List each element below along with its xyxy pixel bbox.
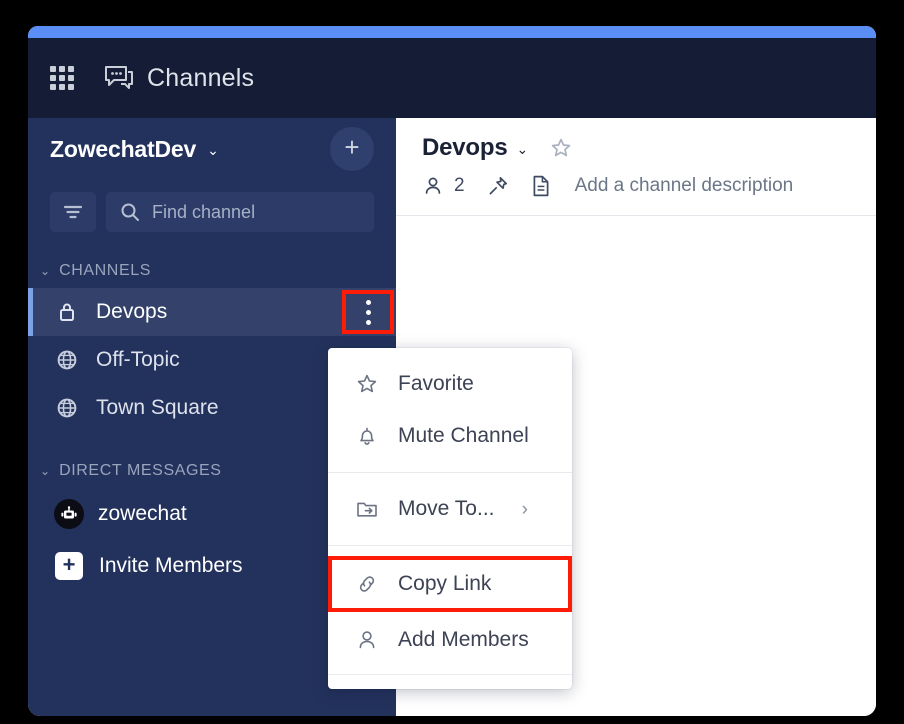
search-placeholder: Find channel: [152, 202, 255, 223]
channels-section-label: CHANNELS: [59, 262, 151, 280]
search-icon: [120, 202, 140, 222]
plus-glyph: +: [63, 554, 76, 576]
menu-item-label: Mute Channel: [398, 424, 529, 448]
channel-context-menu: Favorite Mute Channel Move To.: [328, 348, 572, 689]
channel-header: Devops ⌄ 2: [396, 118, 876, 216]
channel-description-placeholder[interactable]: Add a channel description: [575, 175, 794, 197]
filter-button[interactable]: [50, 192, 96, 232]
team-header[interactable]: ZowechatDev ⌄ +: [28, 118, 396, 180]
channel-name[interactable]: Devops: [422, 134, 508, 162]
person-icon: [354, 628, 380, 652]
channel-title-row: Devops ⌄: [422, 134, 876, 162]
folder-move-icon: [354, 498, 380, 520]
menu-item-label: Favorite: [398, 372, 474, 396]
sidebar-search-row: Find channel: [28, 180, 396, 232]
channel-meta-row: 2 Add a channel description: [422, 174, 876, 198]
channels-section-header[interactable]: ⌄ CHANNELS: [28, 254, 396, 288]
team-name: ZowechatDev: [50, 136, 196, 163]
menu-tail: [328, 675, 572, 689]
menu-item-mute-channel[interactable]: Mute Channel: [328, 410, 572, 462]
document-icon[interactable]: [531, 174, 551, 198]
sidebar-item-label: Devops: [96, 300, 167, 324]
menu-item-favorite[interactable]: Favorite: [328, 358, 572, 410]
filter-icon: [62, 203, 84, 221]
channels-chat-icon: [104, 65, 134, 91]
sidebar-item-devops[interactable]: Devops: [28, 288, 396, 336]
menu-item-label: Copy Link: [398, 572, 491, 596]
menu-item-label: Add Members: [398, 628, 529, 652]
sidebar-item-label: Off-Topic: [96, 348, 180, 372]
search-input[interactable]: Find channel: [106, 192, 374, 232]
pin-icon[interactable]: [487, 175, 509, 197]
globe-icon: [54, 349, 80, 371]
menu-item-label: Move To...: [398, 497, 495, 521]
menu-item-copy-link[interactable]: Copy Link: [328, 556, 572, 612]
member-count: 2: [454, 175, 465, 197]
star-outline-icon: [354, 372, 380, 396]
sidebar-item-label: zowechat: [98, 502, 187, 526]
member-icon[interactable]: [422, 175, 444, 197]
page-title: Channels: [147, 64, 254, 93]
global-header: Channels: [28, 38, 876, 118]
app-window: Channels ZowechatDev ⌄ +: [28, 26, 876, 716]
bell-icon: [354, 424, 380, 448]
menu-item-add-members[interactable]: Add Members: [328, 614, 572, 666]
window-accent-bar: [28, 26, 876, 38]
menu-item-move-to[interactable]: Move To... ›: [328, 483, 572, 535]
plus-square-icon: +: [55, 552, 83, 580]
globe-icon: [54, 397, 80, 419]
product-switcher[interactable]: Channels: [104, 64, 254, 93]
grid-menu-icon[interactable]: [50, 66, 74, 90]
star-outline-icon[interactable]: [549, 136, 573, 160]
menu-divider: [328, 545, 572, 546]
menu-divider: [328, 472, 572, 473]
plus-icon: +: [344, 134, 359, 160]
chevron-down-icon: ⌄: [207, 143, 219, 157]
channel-options-dots[interactable]: [342, 290, 394, 334]
add-button[interactable]: +: [330, 127, 374, 171]
robot-avatar-icon: [54, 499, 84, 529]
link-icon: [354, 572, 380, 596]
chevron-down-icon[interactable]: ⌄: [517, 142, 529, 156]
chevron-down-icon: ⌄: [40, 465, 50, 477]
sidebar-item-label: Invite Members: [99, 554, 243, 578]
chevron-right-icon: ›: [522, 500, 528, 519]
chevron-down-icon: ⌄: [40, 265, 50, 277]
lock-icon: [54, 301, 80, 323]
direct-messages-section-label: DIRECT MESSAGES: [59, 462, 222, 480]
sidebar-item-label: Town Square: [96, 396, 219, 420]
